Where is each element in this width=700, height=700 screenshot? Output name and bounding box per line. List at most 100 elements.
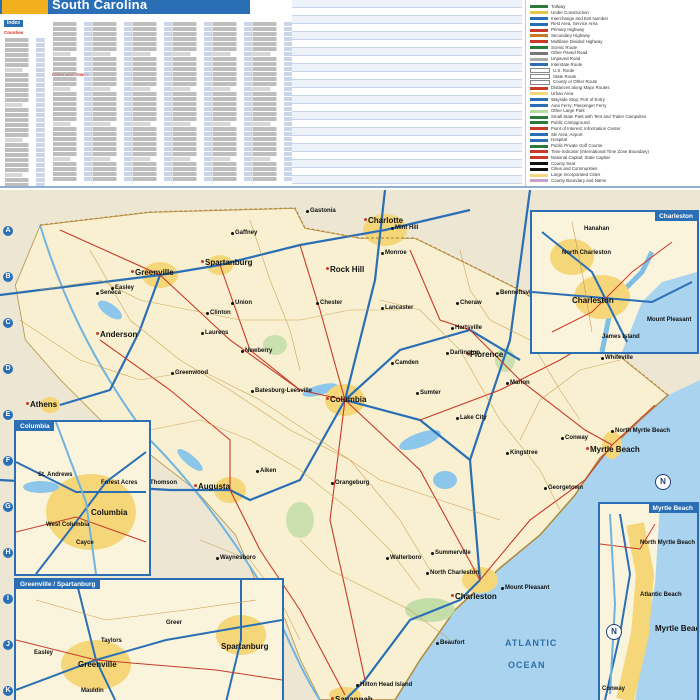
legend-label: County Seat	[551, 160, 576, 166]
city-dot-icon	[426, 572, 429, 575]
city-dot-icon	[306, 210, 309, 213]
legend-swatch-icon	[530, 144, 548, 148]
city-label[interactable]: Chester	[320, 300, 342, 306]
city-label[interactable]: Savannah	[335, 695, 373, 700]
city-dot-icon	[544, 487, 547, 490]
city-label[interactable]: Whiteville	[605, 355, 633, 361]
city-dot-icon	[326, 267, 329, 270]
city-label[interactable]: Lake City	[460, 415, 487, 421]
city-dot-icon	[316, 302, 319, 305]
city-label[interactable]: Columbia	[330, 395, 366, 404]
legend-swatch-icon	[530, 98, 548, 102]
city-label[interactable]: Kingstree	[510, 450, 538, 456]
mileage-row	[292, 8, 522, 16]
legend-swatch-icon	[530, 115, 548, 119]
city-label[interactable]: Greenville	[135, 268, 174, 277]
city-label[interactable]: Thomson	[150, 480, 177, 486]
mileage-row	[292, 136, 522, 144]
city-label[interactable]: Hilton Head Island	[360, 682, 412, 688]
legend-label: County Boundary and Name	[551, 178, 607, 183]
city-label[interactable]: Myrtle Beach	[590, 445, 640, 454]
inset-greenville-label-4: Mauldin	[81, 688, 104, 694]
mileage-row	[292, 64, 522, 72]
legend-label: Point of Interest; Information Center	[551, 125, 621, 131]
city-dot-icon	[206, 312, 209, 315]
legend-label: State Route	[553, 73, 577, 79]
city-label[interactable]: Hartsville	[455, 325, 482, 331]
city-label[interactable]: Rock Hill	[330, 265, 364, 274]
legend-label: Wayside Stop; Port of Entry	[551, 96, 605, 102]
grid-marker: J	[3, 640, 13, 650]
city-label[interactable]: Mint Hill	[395, 225, 418, 231]
city-dot-icon	[364, 218, 367, 221]
city-label[interactable]: Summerville	[435, 550, 471, 556]
city-label[interactable]: Charleston	[455, 592, 497, 601]
legend-swatch-icon	[530, 127, 548, 131]
grid-marker: F	[3, 456, 13, 466]
inset-greenville-label-1: Greenville	[78, 660, 117, 669]
city-label[interactable]: Easley	[115, 285, 134, 291]
city-label[interactable]: Waynesboro	[220, 555, 256, 561]
map-page: South Carolina Index Counties Cities and…	[0, 0, 700, 700]
mileage-row	[292, 120, 522, 128]
city-label[interactable]: Spartanburg	[205, 258, 253, 267]
mileage-row	[292, 112, 522, 120]
city-dot-icon	[431, 552, 434, 555]
inset-charleston[interactable]: Charleston North Charleston Charleston M…	[530, 210, 699, 354]
city-label[interactable]: Aiken	[260, 468, 276, 474]
city-label[interactable]: Clinton	[210, 310, 231, 316]
inset-greenville-spartanburg[interactable]: Greenville / Spartanburg Greenville Spar…	[14, 578, 284, 700]
legend-label: Ski Area; Airport	[551, 131, 583, 137]
city-label[interactable]: Gaffney	[235, 230, 257, 236]
city-dot-icon	[436, 642, 439, 645]
city-label[interactable]: Monroe	[385, 250, 407, 256]
legend-label: Interstate Route	[551, 62, 583, 67]
city-label[interactable]: Batesburg-Leesville	[255, 388, 312, 394]
city-label[interactable]: Greenwood	[175, 370, 208, 376]
city-label[interactable]: Beaufort	[440, 640, 465, 646]
city-dot-icon	[386, 557, 389, 560]
city-label[interactable]: Augusta	[198, 482, 230, 491]
city-label[interactable]: Marion	[510, 380, 530, 386]
inset-myrtle-beach[interactable]: Myrtle Beach North Myrtle Beach Myrtle B…	[598, 502, 699, 700]
legend-box: Tollway Under Construction Interchange and…	[525, 0, 700, 186]
header-divider	[0, 186, 700, 188]
city-dot-icon	[506, 452, 509, 455]
city-dot-icon	[326, 397, 329, 400]
city-label[interactable]: Lancaster	[385, 305, 413, 311]
city-label[interactable]: Anderson	[100, 330, 137, 339]
city-label[interactable]: Athens	[30, 400, 57, 409]
ocean-label-line1: ATLANTIC	[505, 638, 558, 648]
city-dot-icon	[611, 430, 614, 433]
city-dot-icon	[96, 292, 99, 295]
legend-label: Distances along Major Routes	[551, 85, 610, 91]
city-label[interactable]: Georgetown	[548, 485, 583, 491]
legend-swatch-icon	[530, 167, 548, 171]
inset-myrtle-label-4: Atlantic Beach	[640, 592, 682, 598]
city-label[interactable]: Conway	[565, 435, 588, 441]
city-label[interactable]: Newberry	[245, 348, 272, 354]
legend-swatch-icon	[530, 73, 550, 79]
city-dot-icon	[216, 557, 219, 560]
city-label[interactable]: Union	[235, 300, 252, 306]
city-label[interactable]: Walterboro	[390, 555, 421, 561]
city-label[interactable]: Mount Pleasant	[505, 585, 549, 591]
city-dot-icon	[446, 352, 449, 355]
mileage-row	[292, 48, 522, 56]
city-label[interactable]: Sumter	[420, 390, 441, 396]
legend-item: County Boundary and Name	[530, 178, 606, 184]
city-label[interactable]: Charlotte	[368, 216, 403, 225]
city-dot-icon	[451, 327, 454, 330]
legend-swatch-icon	[530, 150, 548, 154]
city-label[interactable]: North Myrtle Beach	[615, 428, 670, 434]
inset-columbia[interactable]: Columbia Columbia St. Andrews Forest Acr…	[14, 420, 151, 576]
city-label[interactable]: North Charleston	[430, 570, 479, 576]
grid-marker: D	[3, 364, 13, 374]
main-map[interactable]: A B C D E F G H I J K Charlotte Gastonia Mint Hill Mo…	[0, 190, 700, 700]
city-label[interactable]: Darlington	[450, 350, 480, 356]
city-label[interactable]: Gastonia	[310, 208, 336, 214]
city-label[interactable]: Laurens	[205, 330, 228, 336]
city-label[interactable]: Orangeburg	[335, 480, 369, 486]
city-label[interactable]: Cheraw	[460, 300, 482, 306]
city-label[interactable]: Camden	[395, 360, 419, 366]
